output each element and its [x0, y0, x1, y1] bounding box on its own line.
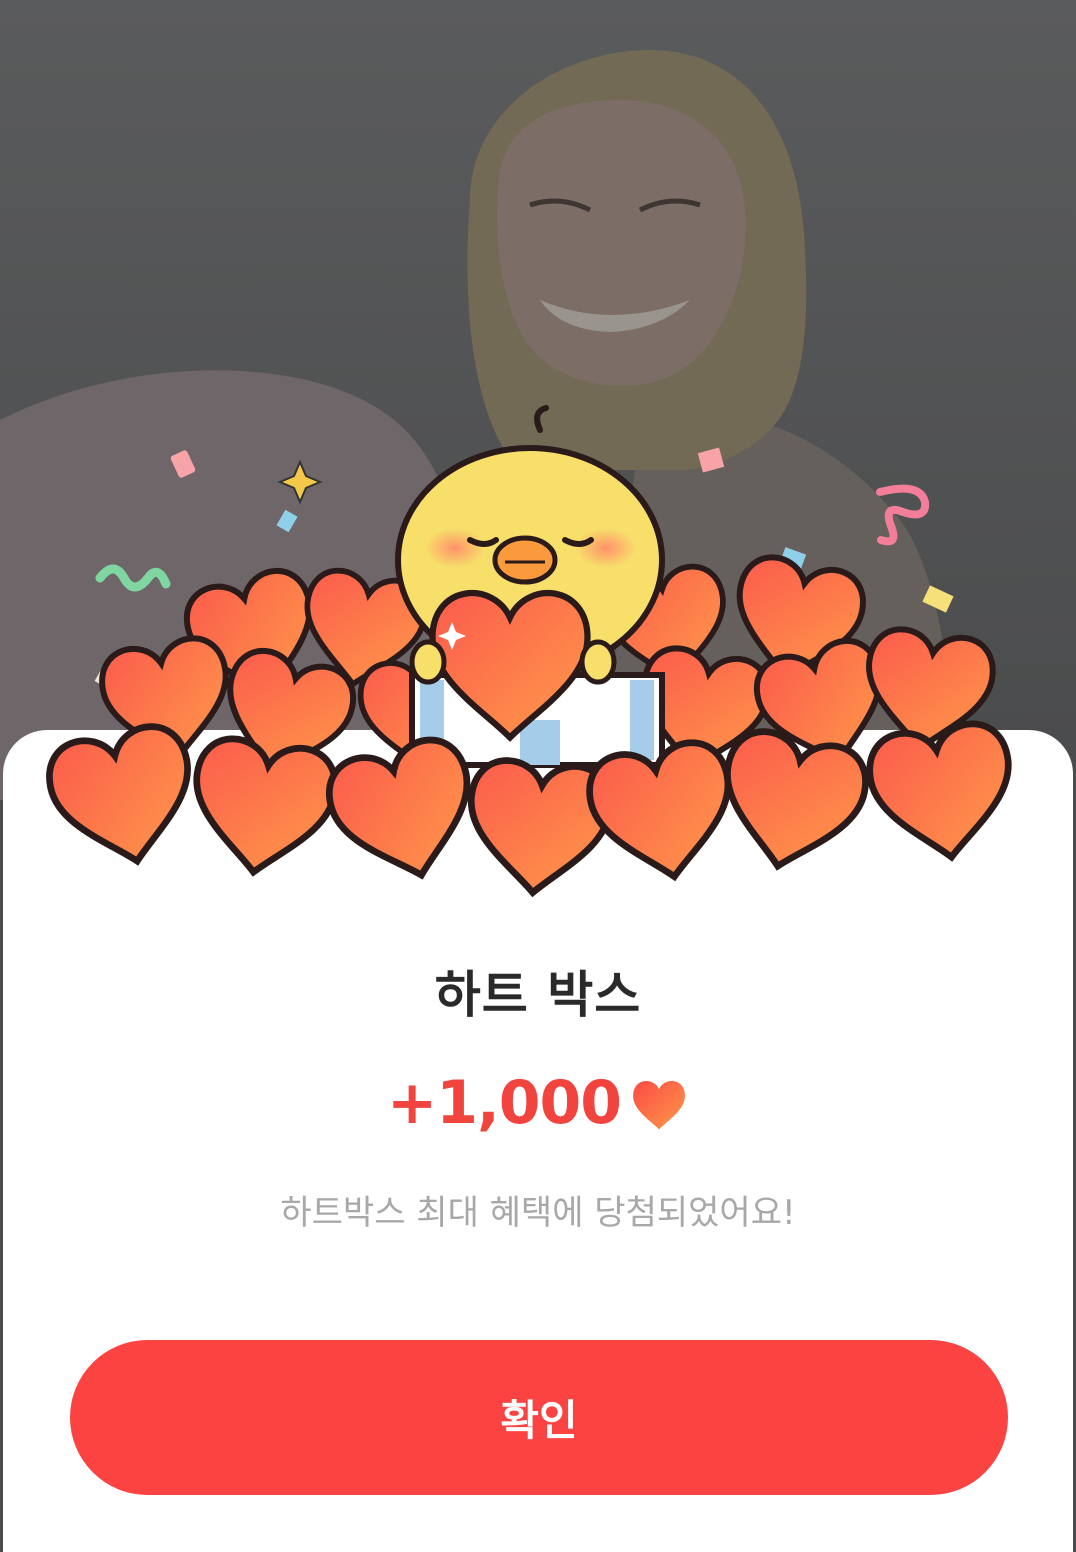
- heart-box-illustration: [0, 405, 1076, 900]
- heart-icon: [633, 1081, 685, 1130]
- dialog-message: 하트박스 최대 혜택에 당첨되었어요!: [280, 1193, 796, 1233]
- reward-row: +1,000: [0, 1068, 1076, 1138]
- confirm-button[interactable]: 확인: [70, 1340, 1008, 1495]
- heart-box-screen: 하트 박스 +1,000 하트박스 최대 혜택에 당첨되었어요! 확인: [0, 0, 1076, 1552]
- reward-amount: +1,000: [386, 1068, 622, 1138]
- dialog-title: 하트 박스: [434, 966, 642, 1024]
